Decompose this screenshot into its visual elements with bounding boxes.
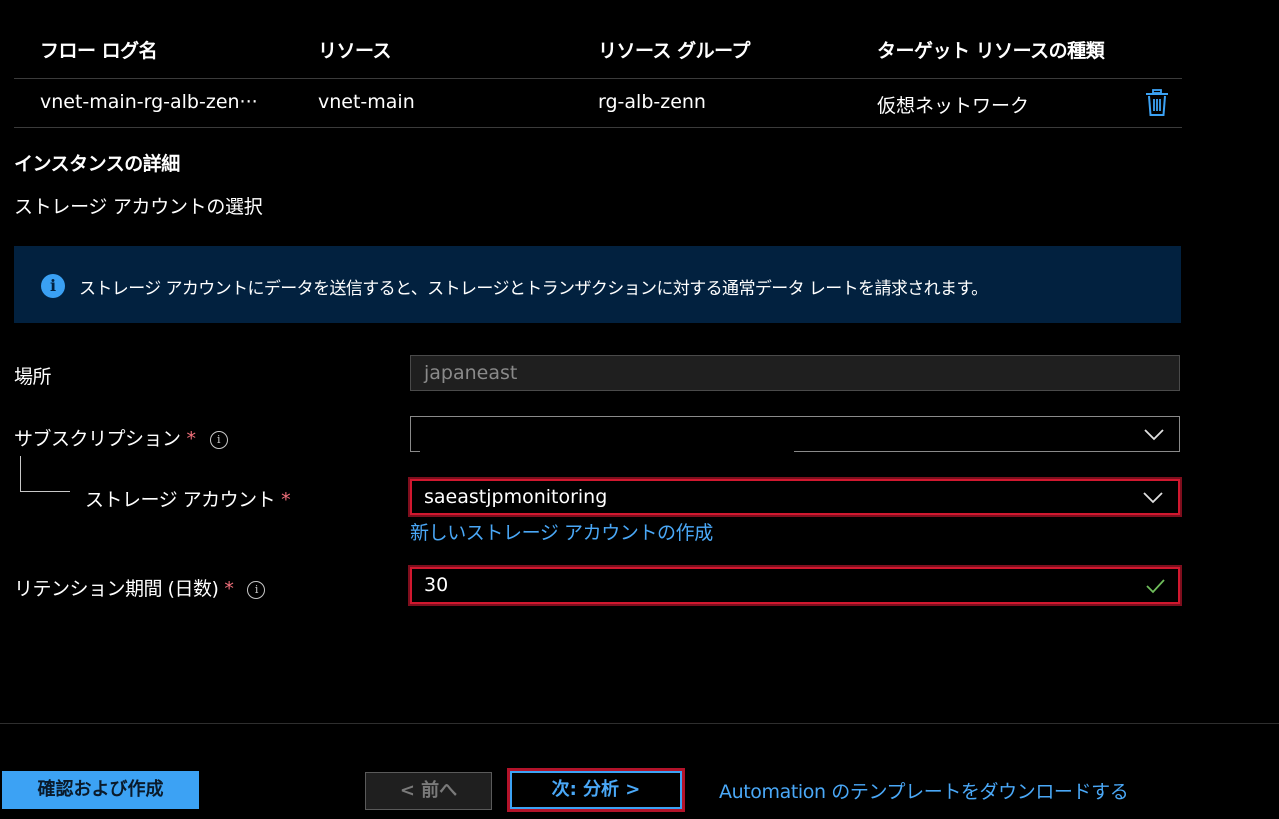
info-circle-icon[interactable]: i (209, 430, 228, 449)
required-mark: * (186, 428, 197, 450)
location-value: japaneast (424, 362, 518, 384)
info-banner: i ストレージ アカウントにデータを送信すると、ストレージとトランザクションに対… (14, 246, 1181, 323)
footer-divider (0, 723, 1279, 724)
check-icon (1146, 579, 1165, 594)
col-header-resource-group: リソース グループ (598, 40, 751, 62)
info-banner-text: ストレージ アカウントにデータを送信すると、ストレージとトランザクションに対する… (79, 279, 988, 299)
required-mark: * (281, 489, 291, 511)
storage-account-label: ストレージ アカウント (85, 489, 276, 511)
location-label: 場所 (14, 366, 52, 388)
chevron-down-icon (1144, 429, 1164, 441)
storage-account-value: saeastjpmonitoring (424, 486, 608, 508)
storage-account-dropdown[interactable]: saeastjpmonitoring (410, 479, 1180, 515)
required-mark: * (224, 578, 234, 600)
location-field: japaneast (410, 355, 1180, 391)
info-circle-icon[interactable]: i (247, 580, 266, 599)
chevron-down-icon (1143, 492, 1163, 504)
storage-select-title: ストレージ アカウントの選択 (14, 196, 263, 218)
table-row-divider (14, 127, 1182, 128)
subscription-label-row: サブスクリプション * i (14, 424, 228, 451)
retention-label: リテンション期間 (日数) (14, 578, 219, 600)
cell-flow-log-name: vnet-main-rg-alb-zen··· (40, 91, 258, 113)
storage-account-label-row: ストレージ アカウント * (85, 485, 291, 512)
col-header-flow-log-name: フロー ログ名 (40, 40, 158, 62)
table-header-divider (14, 78, 1182, 79)
subscription-label: サブスクリプション (14, 428, 181, 450)
cell-target-type: 仮想ネットワーク (877, 95, 1030, 117)
retention-value: 30 (424, 574, 449, 596)
tree-connector-vertical (20, 456, 21, 492)
trash-icon[interactable] (1144, 89, 1170, 117)
review-create-button[interactable]: 確認および作成 (2, 771, 199, 809)
redacted-subscription-value (420, 424, 794, 452)
instance-details-title: インスタンスの詳細 (14, 153, 180, 175)
retention-input[interactable]: 30 (410, 567, 1180, 604)
cell-resource-group: rg-alb-zenn (598, 91, 706, 113)
create-storage-account-link[interactable]: 新しいストレージ アカウントの作成 (410, 518, 713, 545)
col-header-target-type: ターゲット リソースの種類 (877, 40, 1105, 62)
subscription-dropdown[interactable] (410, 416, 1180, 452)
col-header-resource: リソース (318, 40, 392, 62)
previous-button[interactable]: < 前へ (365, 772, 492, 810)
download-automation-template-link[interactable]: Automation のテンプレートをダウンロードする (719, 777, 1129, 804)
info-icon: i (41, 274, 65, 298)
tree-connector-horizontal (20, 491, 70, 492)
cell-resource: vnet-main (318, 91, 415, 113)
retention-label-row: リテンション期間 (日数) * i (14, 574, 266, 601)
next-analysis-button[interactable]: 次: 分析 > (510, 771, 682, 809)
